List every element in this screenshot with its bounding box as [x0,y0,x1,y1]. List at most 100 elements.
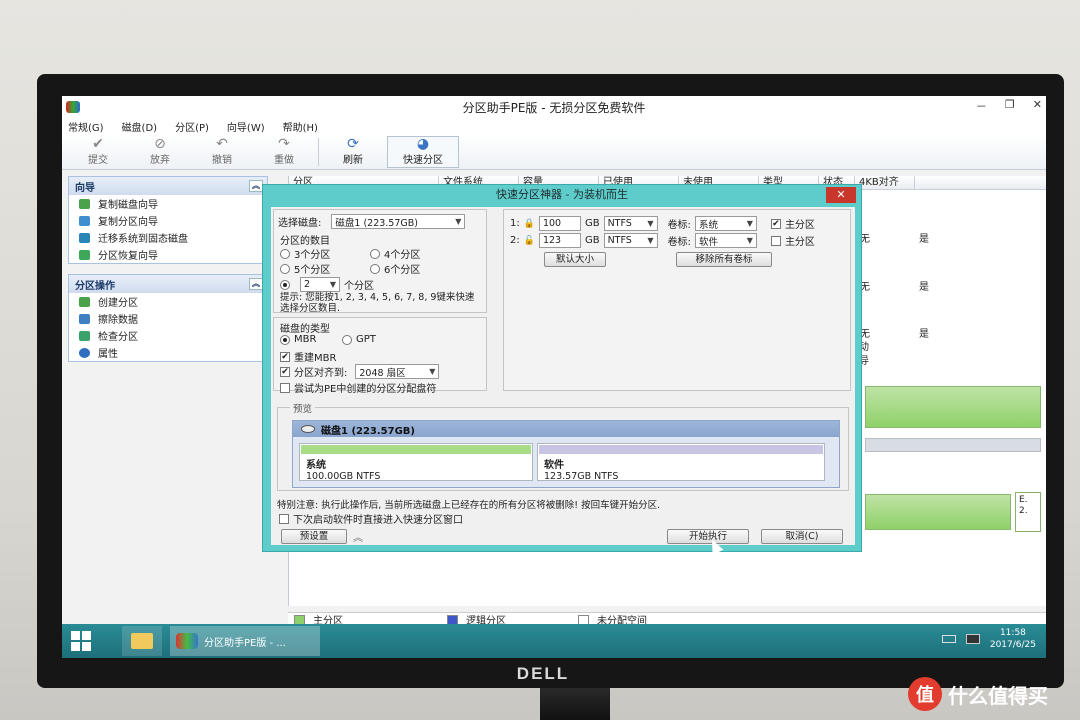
radio-3-partitions[interactable]: 3个分区 [280,246,330,261]
commit-button[interactable]: ✔ 提交 [70,136,126,168]
table-cell: 是 [919,329,929,340]
partition-count-group: 选择磁盘: 磁盘1 (223.57GB) ▼ 分区的数目 3个分区 4个分区 5个… [273,209,487,314]
remove-labels-button[interactable]: 移除所有卷标 [676,252,772,267]
disk-map-partition[interactable] [865,438,1041,452]
recovery-icon [79,249,90,260]
preview-partition-software[interactable]: 软件 123.57GB NTFS [537,443,825,482]
partition-row-2: 2: 🔓 123 GB NTFS ▼ 卷标: 软件 ▼ 主分区 [510,233,815,248]
partition-1-label-select[interactable]: 系统 ▼ [694,216,757,231]
wizard-panel: 向导 ︽ 复制磁盘向导 复制分区向导 迁移系统到固态磁盘 分区恢复向导 [68,176,268,264]
partition-ops-title: 分区操作 [75,280,115,292]
rebuild-mbr-checkbox[interactable]: ✔ 重建MBR [280,349,336,364]
display-icon[interactable] [965,634,980,644]
redo-button[interactable]: ↷ 重做 [256,136,312,168]
sidebar: 向导 ︽ 复制磁盘向导 复制分区向导 迁移系统到固态磁盘 分区恢复向导 分区操作 ︽… [68,176,268,372]
taskbar-app-partition-assistant[interactable]: 分区助手PE版 - ... [170,626,320,656]
watermark-text: 什么值得买 [948,683,1048,708]
collapse-icon[interactable]: ︽ [249,278,263,290]
collapse-icon[interactable]: ︽ [249,180,263,192]
dell-logo: DELL [516,664,570,683]
disk-select[interactable]: 磁盘1 (223.57GB) ▼ [331,214,466,229]
menu-wizard[interactable]: 向导(W) [227,119,265,134]
preset-button[interactable]: 预设置 [281,529,347,544]
disk-map-partition[interactable] [865,386,1041,428]
menu-partition[interactable]: 分区(P) [175,119,209,134]
dialog-close-button[interactable]: ✕ [826,187,856,203]
unallocated-swatch [578,614,589,625]
partition-count-select[interactable]: 2 ▼ [300,277,340,292]
sidebar-item-check-partition[interactable]: 检查分区 [69,327,267,344]
sidebar-item-partition-recovery[interactable]: 分区恢复向导 [69,246,267,263]
copy-disk-icon [79,198,90,209]
undo-button[interactable]: ↶ 撤销 [194,136,250,168]
menu-bar: 常规(G) 磁盘(D) 分区(P) 向导(W) 帮助(H) [62,118,1046,134]
file-explorer-button[interactable] [122,626,162,656]
preview-partition-system[interactable]: 系统 100.00GB NTFS [299,443,533,482]
refresh-icon: ⟳ [347,136,359,152]
sidebar-item-create-partition[interactable]: 创建分区 [69,293,267,310]
partition-1-size-input[interactable]: 100 [538,216,581,231]
disk-map-partition[interactable]: E. 2. [1015,492,1041,532]
menu-disk[interactable]: 磁盘(D) [122,119,158,134]
table-cell: 是 [919,282,929,293]
window-title: 分区助手PE版 - 无损分区免费软件 [462,100,646,115]
minimize-button[interactable]: － [976,98,987,114]
sidebar-item-properties[interactable]: 属性 [69,344,267,361]
assign-letter-checkbox[interactable]: 尝试为PE中创建的分区分配盘符 [280,380,436,395]
monitor-stand [540,688,610,720]
cancel-button[interactable]: 取消(C) [761,529,843,544]
quick-partition-icon: ◕ [416,136,430,152]
watermark: 值 什么值得买 [908,676,1048,712]
unlock-icon[interactable]: 🔓 [524,236,535,246]
sidebar-item-copy-partition[interactable]: 复制分区向导 [69,212,267,229]
discard-button[interactable]: ⊘ 放弃 [132,136,188,168]
sidebar-item-migrate-os[interactable]: 迁移系统到固态磁盘 [69,229,267,246]
check-icon: ✔ [92,136,104,152]
info-icon [79,347,90,358]
sidebar-item-copy-disk[interactable]: 复制磁盘向导 [69,195,267,212]
next-boot-checkbox[interactable]: 下次启动软件时直接进入快速分区窗口 [279,511,463,526]
radio-6-partitions[interactable]: 6个分区 [370,261,420,276]
partition-2-primary-checkbox[interactable] [770,235,781,246]
menu-help[interactable]: 帮助(H) [283,119,318,134]
partition-settings-group: 1: 🔒 100 GB NTFS ▼ 卷标: 系统 ▼ ✔ 主分区 2: 🔓 123… [503,209,851,391]
col-4k[interactable]: 4KB对齐 [855,176,915,189]
maximize-button[interactable]: ❐ [1005,98,1015,114]
menu-general[interactable]: 常规(G) [68,119,104,134]
partition-1-fs-select[interactable]: NTFS ▼ [603,216,658,231]
logical-swatch [447,614,458,625]
migrate-icon [79,232,90,243]
partition-1-primary-checkbox[interactable]: ✔ [770,218,781,229]
lock-icon[interactable]: 🔒 [524,219,535,229]
keyboard-icon[interactable] [941,635,956,643]
clock[interactable]: 11:58 2017/6/25 [990,627,1036,651]
radio-custom-partitions[interactable] [280,279,290,290]
partition-2-fs-select[interactable]: NTFS ▼ [603,233,658,248]
sidebar-item-wipe-data[interactable]: 擦除数据 [69,310,267,327]
quick-partition-button[interactable]: ◕ 快速分区 [387,135,459,168]
align-label: 分区对齐到: [294,368,348,379]
radio-4-partitions[interactable]: 4个分区 [370,246,420,261]
expand-icon[interactable]: ︽ [353,529,363,544]
disk-map-partition[interactable] [865,494,1011,530]
disk-type-label: 磁盘的类型 [280,324,330,335]
hint-text: 提示: 您能按1, 2, 3, 4, 5, 6, 7, 8, 9键来快速选择分区… [280,292,475,314]
start-button[interactable] [62,624,100,658]
radio-gpt[interactable]: GPT [342,334,376,345]
toolbar-separator [318,137,319,166]
watermark-logo-icon: 值 [908,677,942,711]
close-window-button[interactable]: ✕ [1033,98,1042,114]
taskbar: 分区助手PE版 - ... 11:58 2017/6/25 [62,624,1046,658]
app-icon [176,633,198,649]
partition-2-label-select[interactable]: 软件 ▼ [694,233,757,248]
partition-2-size-input[interactable]: 123 [538,233,581,248]
radio-5-partitions[interactable]: 5个分区 [280,261,330,276]
quick-partition-dialog: 快速分区神器 - 为装机而生 ✕ 选择磁盘: 磁盘1 (223.57GB) ▼ 分… [262,184,862,555]
radio-mbr[interactable]: MBR [280,334,316,345]
align-checkbox[interactable]: ✔ [280,366,290,377]
align-select[interactable]: 2048 扇区 ▼ [355,364,440,379]
preview-disk: 磁盘1 (223.57GB) 系统 100.00GB NTFS 软件 123.5… [292,420,840,488]
wipe-icon [79,313,90,324]
refresh-button[interactable]: ⟳ 刷新 [325,136,381,168]
default-size-button[interactable]: 默认大小 [544,252,606,267]
